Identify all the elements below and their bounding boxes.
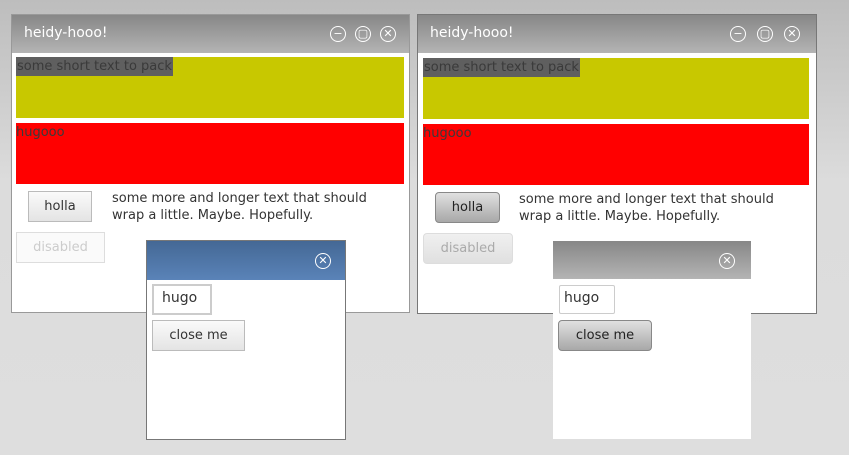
close-icon[interactable]: ✕ — [380, 26, 396, 42]
minimize-icon[interactable]: − — [730, 26, 746, 42]
close-me-button[interactable]: close me — [152, 320, 245, 351]
red-label: hugooo — [423, 126, 472, 141]
holla-button[interactable]: holla — [28, 191, 92, 222]
red-pane: hugooo — [16, 123, 404, 184]
wrap-text: some more and longer text that should wr… — [112, 191, 367, 223]
dialog-close-icon[interactable]: ✕ — [315, 253, 331, 269]
window-title: heidy-hooo! — [24, 25, 108, 41]
window-title: heidy-hooo! — [430, 25, 514, 41]
red-label: hugooo — [16, 125, 65, 140]
dialog-close-icon[interactable]: ✕ — [719, 253, 735, 269]
holla-button[interactable]: holla — [435, 192, 500, 223]
red-pane: hugooo — [423, 124, 809, 185]
disabled-button: disabled — [423, 233, 513, 264]
packed-label: some short text to pack — [16, 57, 173, 76]
close-me-button[interactable]: close me — [558, 320, 652, 351]
dialog-title-bar[interactable]: ✕ — [147, 241, 345, 280]
packed-label: some short text to pack — [423, 58, 580, 77]
disabled-button: disabled — [16, 232, 105, 263]
title-bar[interactable]: heidy-hooo! − ▢ ✕ — [12, 15, 409, 53]
close-icon[interactable]: ✕ — [784, 26, 800, 42]
yellow-pane: some short text to pack — [16, 57, 404, 118]
yellow-pane: some short text to pack — [423, 58, 809, 119]
wrap-text: some more and longer text that should wr… — [519, 192, 774, 224]
dialog-title-bar[interactable]: ✕ — [553, 241, 751, 279]
maximize-icon[interactable]: ▢ — [355, 26, 371, 42]
minimize-icon[interactable]: − — [330, 26, 346, 42]
maximize-icon[interactable]: ▢ — [757, 26, 773, 42]
hugo-input[interactable]: hugo — [152, 284, 212, 315]
title-bar[interactable]: heidy-hooo! − ▢ ✕ — [418, 15, 816, 53]
hugo-input[interactable]: hugo — [559, 285, 615, 314]
